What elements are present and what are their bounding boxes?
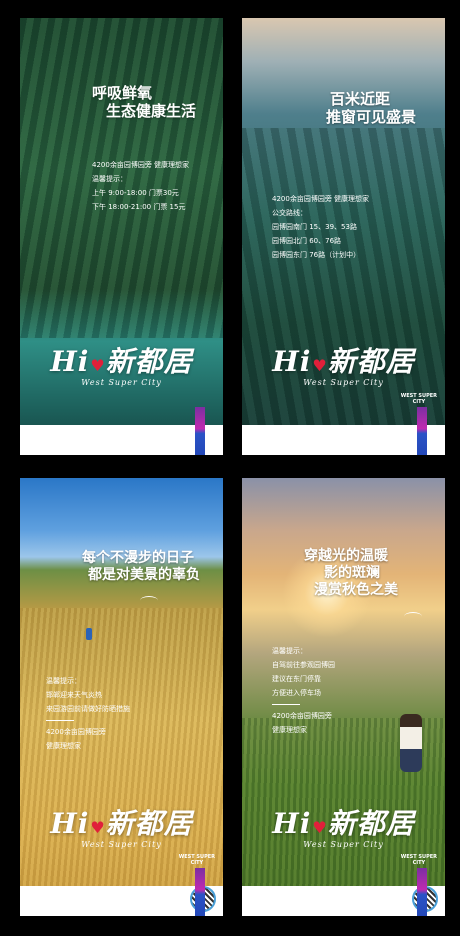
logo-hi: Hi [50,345,90,378]
poster-headline: 穿越光的温暖 影的斑斓 漫赏秋色之美 [304,548,398,598]
info-line: 温馨提示： [92,175,127,183]
headline-line: 每个不漫步的日子 [82,550,194,566]
brand-logo: Hi♥新都居 West Super City [242,802,445,849]
logo-hi: Hi [272,807,312,840]
poster-window-view: 百米近距 推窗可见盛景 4200余亩园博园旁 健康理想家 公交路线： 园博园南门… [242,18,445,455]
poster-wheat-walk: 每个不漫步的日子 都是对美景的辜负 温馨提示： 邯郸迎来天气炎热 来园游园前请做… [20,478,223,916]
info-line: 公交路线： [272,209,307,217]
headline-line: 都是对美景的辜负 [88,566,200,583]
heart-icon: ♥ [90,356,105,375]
info-line: 4200余亩园博园旁 [46,728,106,736]
logo-subtitle: West Super City [303,840,384,849]
wing-ornament-icon [140,596,158,605]
info-line: 4200余亩园博园旁 [272,712,332,720]
poster-headline: 每个不漫步的日子 都是对美景的辜负 [82,550,200,584]
brand-tag: WEST SUPER CITY [401,854,437,866]
info-line: 园博园东门 76路（计划中） [272,251,361,259]
brand-color-bar [417,868,427,916]
brand-logo: Hi♥新都居 West Super City [20,802,223,849]
logo-subtitle: West Super City [81,840,162,849]
info-line: 下午 18:00-21:00 门票 15元 [92,203,186,211]
poster-info: 温馨提示： 自驾前往参观园博园 建议在东门停靠 方便进入停车场 4200余亩园博… [272,644,335,737]
brand-color-bar [417,407,427,455]
info-line: 健康理想家 [272,726,307,734]
info-line: 邯郸迎来天气炎热 [46,691,102,699]
brand-tag-line: CITY [412,860,426,866]
headline-line: 百米近距 [330,90,391,108]
info-line: 自驾前往参观园博园 [272,661,335,669]
poster-info: 4200余亩园博园旁 健康理想家 温馨提示： 上午 9:00-18:00 门票3… [92,158,189,214]
headline-line: 生态健康生活 [106,102,197,120]
headline-line: 漫赏秋色之美 [314,581,398,598]
brand-logo: Hi♥新都居 West Super City [20,340,223,387]
brand-tag-line: CITY [190,860,204,866]
logo-name: 新都居 [105,807,193,840]
info-line: 方便进入停车场 [272,689,321,697]
divider [272,704,300,705]
poster-footer [20,425,223,455]
brand-tag: WEST SUPER CITY [401,393,437,405]
poster-footer [242,425,445,455]
heart-icon: ♥ [312,356,327,375]
info-line: 上午 9:00-18:00 门票30元 [92,189,179,197]
divider [46,720,74,721]
brand-logo: Hi♥新都居 West Super City [242,340,445,387]
poster-headline: 呼吸鲜氧 生态健康生活 [92,84,196,120]
info-line: 温馨提示： [46,677,81,685]
logo-hi: Hi [50,807,90,840]
heart-icon: ♥ [90,818,105,837]
logo-name: 新都居 [327,807,415,840]
headline-line: 呼吸鲜氧 [92,84,153,102]
poster-autumn-light: 穿越光的温暖 影的斑斓 漫赏秋色之美 温馨提示： 自驾前往参观园博园 建议在东门… [242,478,445,916]
poster-info: 温馨提示： 邯郸迎来天气炎热 来园游园前请做好防晒措施 4200余亩园博园旁 健… [46,674,130,753]
headline-line: 穿越光的温暖 [304,548,388,564]
headline-line: 影的斑斓 [324,564,380,581]
info-line: 4200余亩园博园旁 健康理想家 [272,195,370,203]
poster-info: 4200余亩园博园旁 健康理想家 公交路线： 园博园南门 15、39、53路 园… [272,192,369,262]
heart-icon: ♥ [312,818,327,837]
headline-line: 推窗可见盛景 [326,108,417,126]
logo-subtitle: West Super City [303,378,384,387]
child-figure [86,628,92,640]
info-line: 来园游园前请做好防晒措施 [46,705,130,713]
poster-headline: 百米近距 推窗可见盛景 [326,90,416,126]
brand-color-bar [195,868,205,916]
poster-fresh-air: 呼吸鲜氧 生态健康生活 4200余亩园博园旁 健康理想家 温馨提示： 上午 9:… [20,18,223,455]
logo-hi: Hi [272,345,312,378]
info-line: 健康理想家 [46,742,81,750]
brand-color-bar [195,407,205,455]
brand-tag-line: CITY [412,399,426,405]
info-line: 建议在东门停靠 [272,675,321,683]
logo-subtitle: West Super City [81,378,162,387]
info-line: 园博园北门 60、76路 [272,237,342,245]
brand-tag: WEST SUPER CITY [179,854,215,866]
info-line: 4200余亩园博园旁 健康理想家 [92,161,190,169]
info-line: 温馨提示： [272,647,307,655]
logo-name: 新都居 [327,345,415,378]
logo-name: 新都居 [105,345,193,378]
child-figure [400,714,422,772]
wing-ornament-icon [404,612,422,621]
info-line: 园博园南门 15、39、53路 [272,223,357,231]
